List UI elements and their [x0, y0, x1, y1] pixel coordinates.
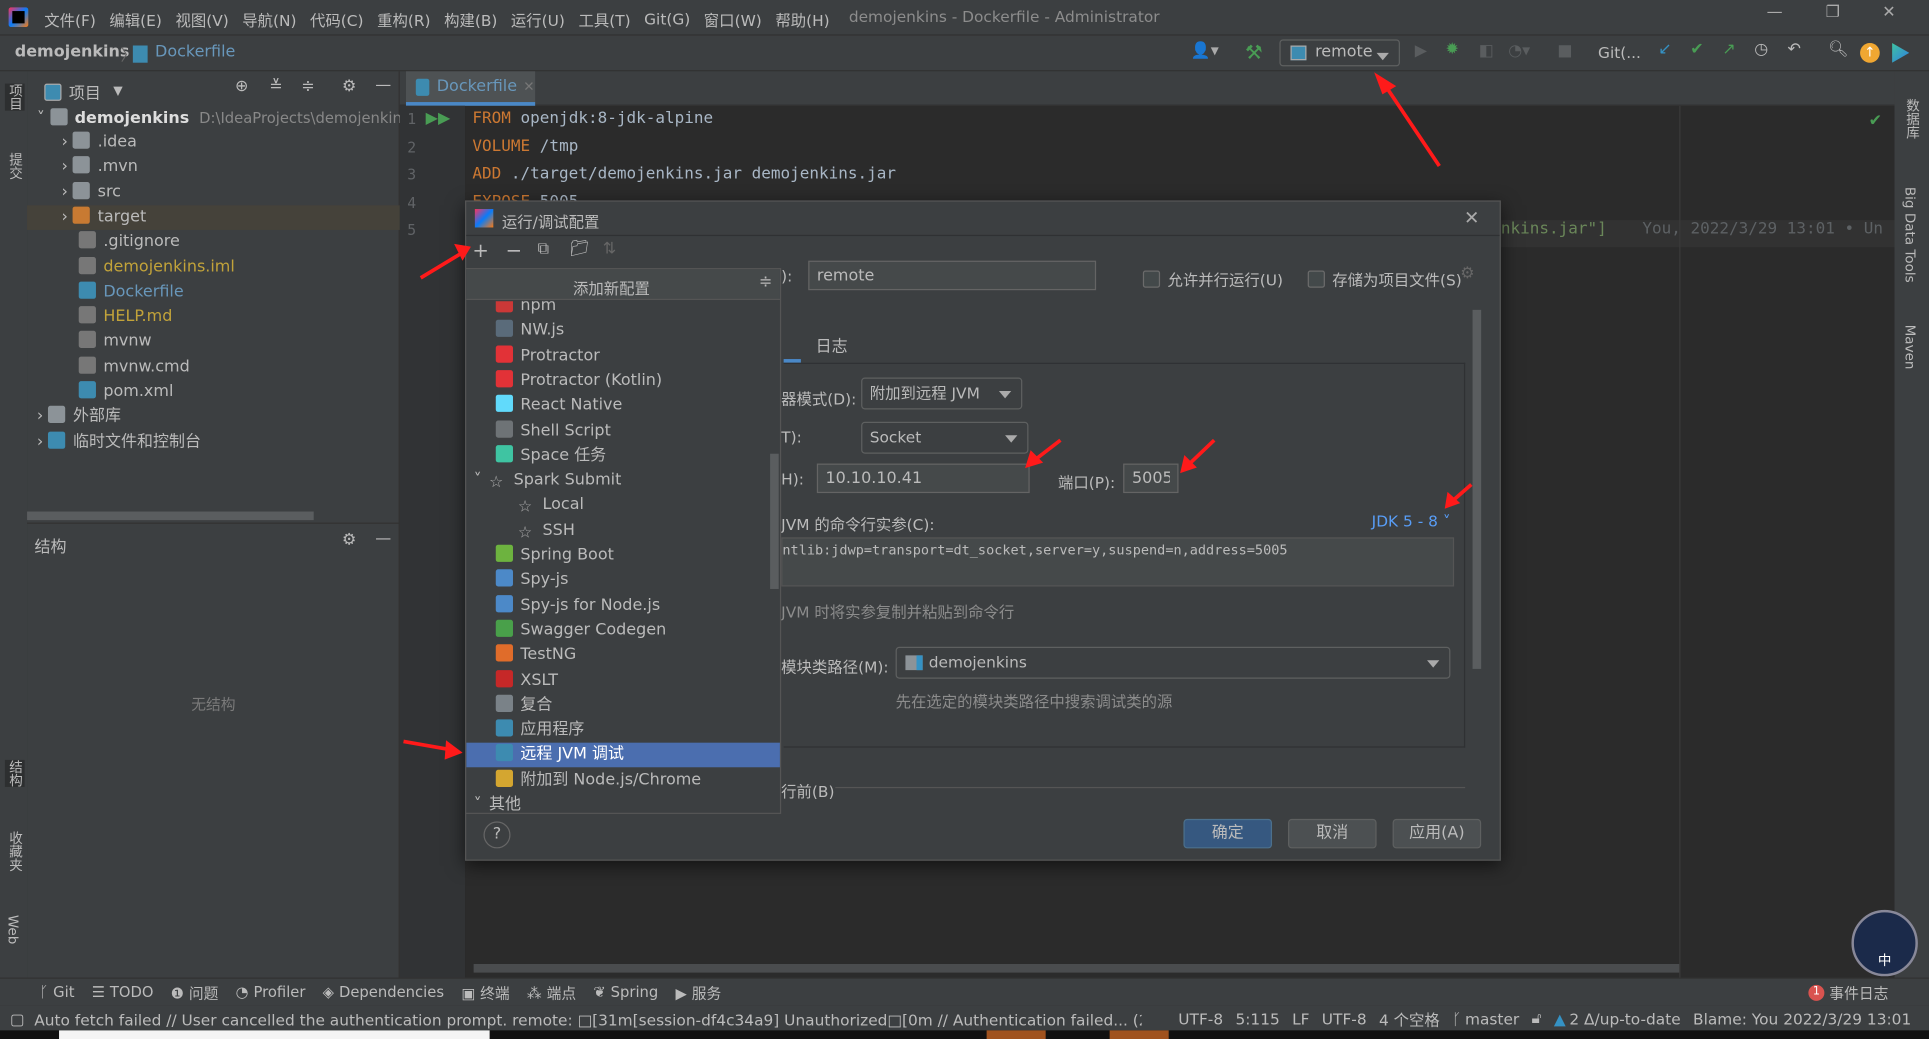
annotation-arrows: [403, 72, 1473, 760]
arrow-head: [1025, 450, 1044, 469]
arrow-head: [1374, 72, 1397, 95]
arrow-add-button: [419, 251, 463, 280]
arrow-head: [444, 740, 463, 760]
arrow-run-config: [1382, 82, 1441, 168]
arrow-port: [1187, 438, 1216, 467]
arrow-remote-jvm: [403, 739, 454, 752]
